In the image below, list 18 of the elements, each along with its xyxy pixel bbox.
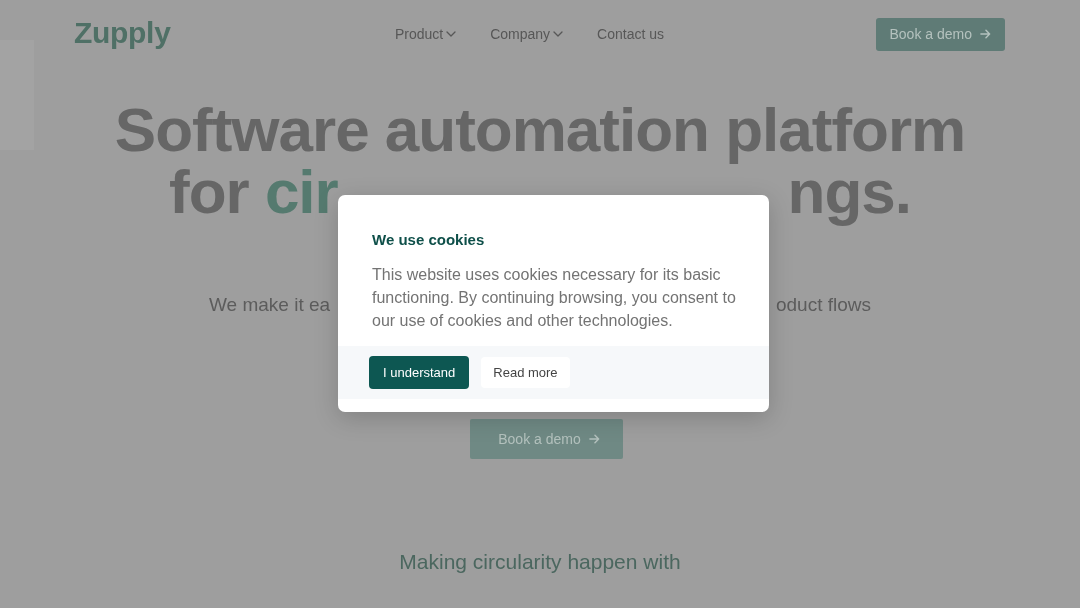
arrow-right-icon — [588, 434, 600, 444]
book-demo-button[interactable]: Book a demo — [875, 17, 1005, 51]
chevron-down-icon — [553, 31, 564, 37]
read-more-button[interactable]: Read more — [481, 357, 570, 388]
headline-text: for cir — [169, 161, 338, 223]
book-demo-button[interactable]: Book a demo — [470, 419, 623, 459]
nav-link[interactable]: Company — [490, 26, 564, 42]
chevron-down-icon — [446, 31, 457, 37]
subtitle-text: oduct flows — [775, 293, 871, 317]
section-heading: Making circularity happen with — [399, 549, 681, 575]
dialog-message: This website uses cookies necessary for its basic functioning. By continuing browsing, you consent to our use of cookies and other technologies. — [372, 265, 737, 331]
nav-link[interactable]: Contact us — [597, 26, 665, 42]
nav-link[interactable]: Product — [394, 26, 457, 42]
accept-button[interactable]: I understand — [369, 356, 470, 389]
logo[interactable]: Zupply — [74, 15, 171, 50]
dialog-title: We use cookies — [372, 230, 486, 250]
subtitle-text: We make it ea — [209, 293, 331, 317]
arrow-right-icon — [980, 29, 991, 39]
